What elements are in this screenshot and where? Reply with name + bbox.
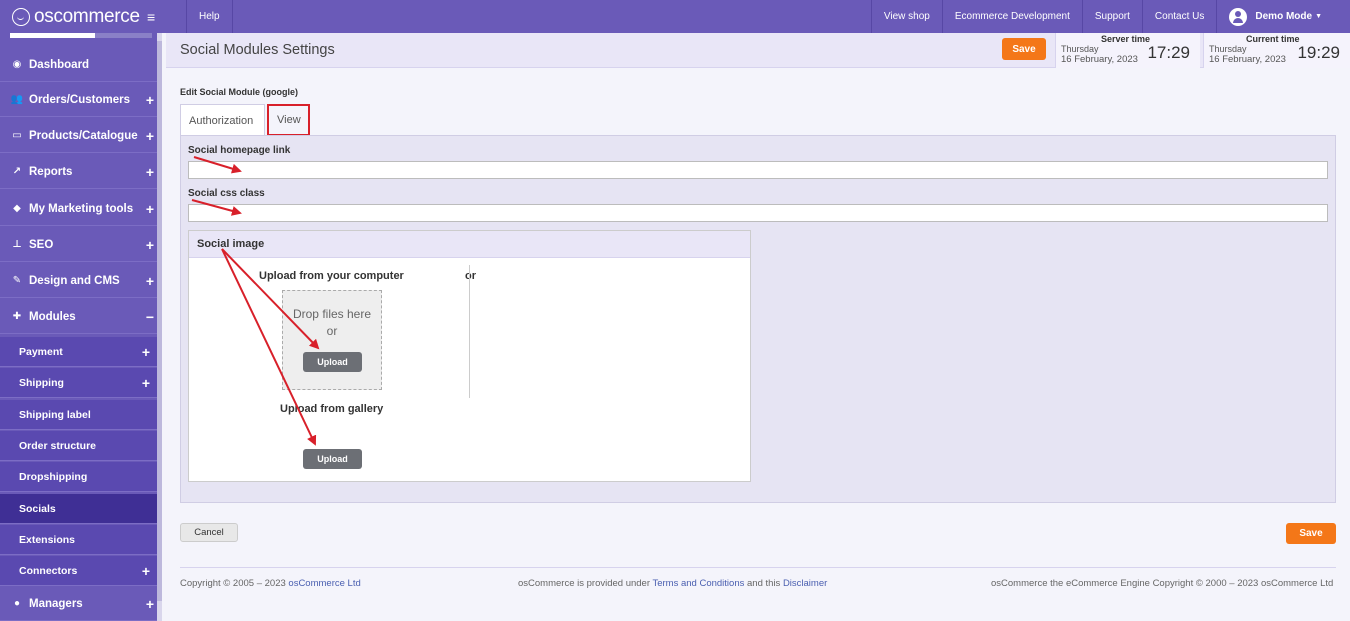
- sidebar-scroll-indicator: [10, 33, 152, 38]
- sidebar-item-modules[interactable]: ✚ Modules −: [0, 300, 162, 334]
- sidebar-item-products-catalogue[interactable]: ▭ Products/Catalogue +: [0, 119, 162, 153]
- help-link[interactable]: Help: [186, 0, 232, 33]
- tab-authorization[interactable]: Authorization: [180, 104, 265, 136]
- homepage-link-input[interactable]: [188, 161, 1328, 179]
- sidebar-item-dashboard[interactable]: ◉ Dashboard: [0, 48, 162, 82]
- expand-icon: +: [145, 200, 154, 217]
- gallery-upload-button[interactable]: Upload: [303, 449, 362, 469]
- ecommerce-development-link[interactable]: Ecommerce Development: [941, 0, 1082, 33]
- sitemap-icon: ⊥: [12, 239, 22, 250]
- users-icon: 👥: [10, 94, 24, 105]
- dashboard-icon: ◉: [12, 59, 22, 70]
- collapse-icon: −: [145, 308, 154, 325]
- social-image-title: Social image: [189, 231, 750, 258]
- expand-icon: +: [145, 91, 154, 108]
- expand-icon: +: [141, 562, 150, 579]
- view-shop-link[interactable]: View shop: [870, 0, 942, 33]
- divider: [469, 265, 470, 398]
- puzzle-icon: ✚: [12, 311, 22, 322]
- social-image-box: Social image Upload from your computer o…: [188, 230, 751, 482]
- sidebar-subitem-order-structure[interactable]: Order structure: [0, 431, 162, 461]
- css-class-label: Social css class: [188, 188, 265, 199]
- sidebar-scrollbar[interactable]: [157, 33, 162, 621]
- expand-icon: +: [145, 236, 154, 253]
- or-label: or: [465, 270, 476, 282]
- logo-icon: [12, 7, 30, 26]
- sidebar-subitem-shipping[interactable]: Shipping +: [0, 368, 162, 398]
- user-name: Demo Mode: [1255, 11, 1313, 22]
- user-menu[interactable]: Demo Mode ▼: [1216, 0, 1350, 33]
- sidebar-item-design-cms[interactable]: ✎ Design and CMS +: [0, 264, 162, 298]
- user-icon: [1229, 7, 1248, 26]
- caret-down-icon: ▼: [1315, 13, 1322, 20]
- tag-icon: ◆: [13, 203, 21, 214]
- sidebar-item-marketing-tools[interactable]: ◆ My Marketing tools +: [0, 192, 162, 226]
- support-link[interactable]: Support: [1081, 0, 1142, 33]
- tab-view[interactable]: View: [267, 104, 310, 136]
- folder-icon: ▭: [12, 130, 22, 141]
- footer-terms: osCommerce is provided under Terms and C…: [518, 578, 828, 589]
- expand-icon: +: [141, 343, 150, 360]
- css-class-input[interactable]: [188, 204, 1328, 222]
- sidebar: ◉ Dashboard 👥 Orders/Customers + ▭ Produ…: [0, 33, 162, 621]
- edit-module-label: Edit Social Module (google): [180, 87, 298, 97]
- settings-panel: Social homepage link Social css class So…: [180, 135, 1336, 503]
- hamburger-icon[interactable]: ≡: [147, 0, 155, 33]
- sidebar-subitem-extensions[interactable]: Extensions: [0, 525, 162, 555]
- upload-button[interactable]: Upload: [303, 352, 362, 372]
- current-time-box: Current time Thursday 16 February, 2023 …: [1203, 33, 1350, 68]
- oscommerce-link[interactable]: osCommerce Ltd: [288, 578, 360, 589]
- sidebar-subitem-socials[interactable]: Socials: [0, 494, 162, 524]
- cancel-button[interactable]: Cancel: [180, 523, 238, 542]
- sidebar-item-seo[interactable]: ⊥ SEO +: [0, 228, 162, 262]
- upload-from-gallery-label: Upload from gallery: [280, 403, 384, 415]
- user-icon: ●: [13, 598, 21, 609]
- sidebar-subitem-shipping-label[interactable]: Shipping label: [0, 400, 162, 430]
- expand-icon: +: [145, 595, 154, 612]
- server-time-box: Server time Thursday 16 February, 2023 1…: [1055, 33, 1200, 68]
- sidebar-subitem-dropshipping[interactable]: Dropshipping: [0, 462, 162, 492]
- expand-icon: +: [141, 374, 150, 391]
- brush-icon: ✎: [12, 275, 22, 286]
- footer-copyright: Copyright © 2005 – 2023 osCommerce Ltd: [180, 578, 361, 589]
- page-title: Social Modules Settings: [180, 42, 335, 58]
- drop-zone[interactable]: Drop files here or Upload: [282, 290, 382, 390]
- top-bar: oscommerce ≡ Help View shop Ecommerce De…: [0, 0, 1350, 33]
- contact-us-link[interactable]: Contact Us: [1141, 0, 1216, 33]
- logo-text: oscommerce: [34, 5, 140, 27]
- expand-icon: +: [145, 127, 154, 144]
- expand-icon: +: [145, 163, 154, 180]
- disclaimer-link[interactable]: Disclaimer: [783, 578, 827, 589]
- chart-icon: ↗: [12, 166, 22, 177]
- sidebar-item-reports[interactable]: ↗ Reports +: [0, 155, 162, 189]
- save-button[interactable]: Save: [1286, 523, 1336, 544]
- footer-engine-copyright: osCommerce the eCommerce Engine Copyrigh…: [991, 578, 1334, 589]
- terms-link[interactable]: Terms and Conditions: [652, 578, 744, 589]
- sidebar-subitem-connectors[interactable]: Connectors +: [0, 556, 162, 586]
- sidebar-item-managers[interactable]: ● Managers +: [0, 587, 162, 621]
- sidebar-item-orders-customers[interactable]: 👥 Orders/Customers +: [0, 83, 162, 117]
- homepage-link-label: Social homepage link: [188, 145, 291, 156]
- page-header: Social Modules Settings Save Server time…: [166, 33, 1350, 68]
- sidebar-subitem-payment[interactable]: Payment +: [0, 337, 162, 367]
- expand-icon: +: [145, 272, 154, 289]
- main-content: Social Modules Settings Save Server time…: [166, 33, 1350, 621]
- logo[interactable]: oscommerce: [0, 0, 170, 33]
- header-save-button[interactable]: Save: [1002, 38, 1046, 60]
- upload-from-computer-label: Upload from your computer: [259, 270, 404, 282]
